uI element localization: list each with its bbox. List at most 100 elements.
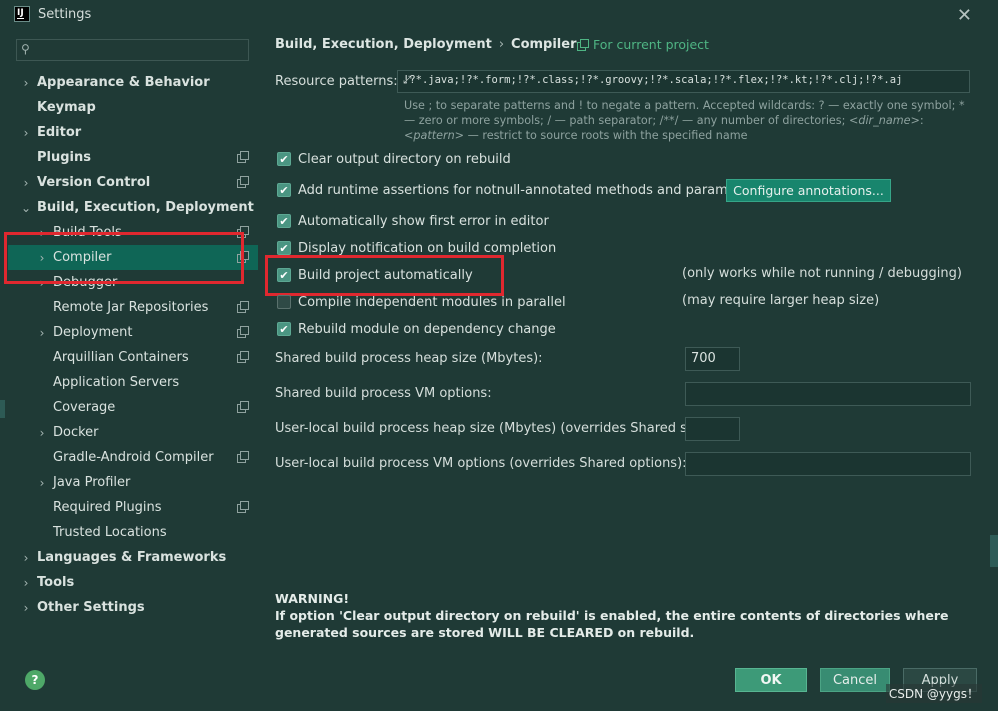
- configure-annotations-button[interactable]: Configure annotations...: [726, 179, 891, 202]
- sidebar-item-remote-jar-repositories[interactable]: Remote Jar Repositories: [0, 295, 258, 320]
- chevron-right-icon[interactable]: ›: [36, 251, 48, 265]
- sidebar-item-other-settings[interactable]: › Other Settings: [0, 595, 258, 620]
- chevron-right-icon[interactable]: ›: [20, 601, 32, 615]
- chevron-right-icon[interactable]: ›: [20, 76, 32, 90]
- sidebar-item-label: Coverage: [53, 400, 116, 415]
- rebuild-module-checkbox[interactable]: ✔ Rebuild module on dependency change: [277, 319, 556, 339]
- left-edge-marker: [0, 400, 5, 418]
- project-scope-icon: [237, 151, 249, 163]
- chevron-right-icon[interactable]: ›: [20, 126, 32, 140]
- checkbox-unchecked-icon[interactable]: [277, 295, 291, 309]
- chevron-right-icon[interactable]: ›: [36, 226, 48, 240]
- watermark: CSDN @yygs！: [885, 684, 982, 703]
- show-first-error-checkbox[interactable]: ✔ Automatically show first error in edit…: [277, 211, 549, 231]
- checkbox-checked-icon[interactable]: ✔: [277, 183, 291, 197]
- search-input[interactable]: [37, 41, 242, 59]
- breadcrumb-current: Compiler: [511, 37, 577, 52]
- intellij-icon: IJ: [14, 6, 30, 22]
- sidebar-item-label: Deployment: [53, 325, 133, 340]
- resource-patterns-input[interactable]: !?*.java;!?*.form;!?*.class;!?*.groovy;!…: [397, 70, 970, 93]
- vm-options-label: Shared build process VM options:: [275, 386, 492, 401]
- chevron-right-icon[interactable]: ›: [20, 551, 32, 565]
- sidebar-item-compiler[interactable]: › Compiler: [8, 245, 258, 270]
- hint-colon: :: [919, 114, 924, 127]
- sidebar-item-label: Arquillian Containers: [53, 350, 189, 365]
- scope-indicator: For current project: [577, 37, 709, 52]
- project-scope-icon: [237, 301, 249, 313]
- hint-dir-name: <dir_name>: [848, 114, 920, 127]
- user-vm-options-input[interactable]: [685, 452, 971, 476]
- scrollbar-thumb[interactable]: [990, 535, 998, 567]
- hint-text-2: — restrict to source roots with the spec…: [464, 129, 748, 142]
- resource-patterns-hint: Use ; to separate patterns and ! to nega…: [404, 98, 979, 143]
- settings-search[interactable]: ⚲: [16, 39, 249, 61]
- sidebar-item-label: Trusted Locations: [53, 525, 167, 540]
- chevron-right-icon[interactable]: ›: [36, 276, 48, 290]
- sidebar-item-application-servers[interactable]: Application Servers: [0, 370, 258, 395]
- build-automatically-checkbox[interactable]: ✔ Build project automatically: [277, 265, 473, 285]
- sidebar-item-arquillian-containers[interactable]: Arquillian Containers: [0, 345, 258, 370]
- help-icon[interactable]: ?: [25, 670, 45, 690]
- sidebar-item-label: Plugins: [37, 150, 91, 165]
- sidebar-item-build-tools[interactable]: › Build Tools: [0, 220, 258, 245]
- breadcrumb-separator: ›: [498, 37, 505, 52]
- title-bar: IJ Settings ✕: [0, 0, 998, 30]
- project-scope-icon: [237, 451, 249, 463]
- sidebar-item-required-plugins[interactable]: Required Plugins: [0, 495, 258, 520]
- sidebar-item-debugger[interactable]: › Debugger: [0, 270, 258, 295]
- resource-patterns-label: Resource patterns:: [275, 74, 398, 89]
- sidebar-item-coverage[interactable]: Coverage: [0, 395, 258, 420]
- sidebar-item-plugins[interactable]: Plugins: [0, 145, 258, 170]
- checkbox-checked-icon[interactable]: ✔: [277, 322, 291, 336]
- sidebar-item-tools[interactable]: › Tools: [0, 570, 258, 595]
- chevron-right-icon[interactable]: ›: [20, 176, 32, 190]
- display-notification-label: Display notification on build completion: [298, 240, 557, 256]
- sidebar-item-label: Required Plugins: [53, 500, 162, 515]
- project-scope-icon: [237, 226, 249, 238]
- chevron-right-icon[interactable]: ›: [20, 576, 32, 590]
- project-scope-icon: [237, 326, 249, 338]
- compiler-settings-panel: Build, Execution, Deployment › Compiler …: [260, 30, 998, 662]
- sidebar-item-editor[interactable]: › Editor: [0, 120, 258, 145]
- sidebar-item-deployment[interactable]: › Deployment: [0, 320, 258, 345]
- sidebar-item-appearance-behavior[interactable]: › Appearance & Behavior: [0, 70, 258, 95]
- warning-text: If option 'Clear output directory on reb…: [275, 608, 949, 640]
- search-icon: ⚲: [21, 42, 30, 56]
- clear-output-checkbox[interactable]: ✔ Clear output directory on rebuild: [277, 149, 511, 169]
- sidebar-item-languages-frameworks[interactable]: › Languages & Frameworks: [0, 545, 258, 570]
- sidebar-item-docker[interactable]: › Docker: [0, 420, 258, 445]
- sidebar-item-label: Languages & Frameworks: [37, 550, 227, 565]
- checkbox-checked-icon[interactable]: ✔: [277, 214, 291, 228]
- breadcrumb-parent[interactable]: Build, Execution, Deployment: [275, 37, 492, 52]
- settings-sidebar: ⚲ › Appearance & Behavior Keymap › Editor Plu…: [0, 30, 260, 662]
- sidebar-item-keymap[interactable]: Keymap: [0, 95, 258, 120]
- chevron-right-icon[interactable]: ›: [36, 326, 48, 340]
- checkbox-checked-icon[interactable]: ✔: [277, 268, 291, 282]
- sidebar-item-trusted-locations[interactable]: Trusted Locations: [0, 520, 258, 545]
- sidebar-item-label: Debugger: [53, 275, 118, 290]
- build-automatically-note: (only works while not running / debuggin…: [682, 266, 962, 281]
- runtime-assertions-checkbox[interactable]: ✔ Add runtime assertions for notnull-ann…: [277, 180, 761, 200]
- vm-options-input[interactable]: [685, 382, 971, 406]
- checkbox-checked-icon[interactable]: ✔: [277, 241, 291, 255]
- checkbox-checked-icon[interactable]: ✔: [277, 152, 291, 166]
- compile-parallel-checkbox[interactable]: Compile independent modules in parallel: [277, 292, 566, 312]
- close-icon[interactable]: ✕: [957, 5, 972, 26]
- user-heap-size-input[interactable]: [685, 417, 740, 441]
- sidebar-item-version-control[interactable]: › Version Control: [0, 170, 258, 195]
- project-scope-icon: [577, 39, 589, 51]
- sidebar-item-build-execution-deployment[interactable]: ⌄ Build, Execution, Deployment: [0, 195, 258, 220]
- sidebar-item-label: Build Tools: [53, 225, 122, 240]
- sidebar-item-java-profiler[interactable]: › Java Profiler: [0, 470, 258, 495]
- cancel-button[interactable]: Cancel: [820, 668, 890, 692]
- sidebar-item-gradle-android-compiler[interactable]: Gradle-Android Compiler: [0, 445, 258, 470]
- heap-size-input[interactable]: 700: [685, 347, 740, 371]
- chevron-right-icon[interactable]: ›: [36, 476, 48, 490]
- compile-parallel-note: (may require larger heap size): [682, 293, 880, 308]
- display-notification-checkbox[interactable]: ✔ Display notification on build completi…: [277, 238, 556, 258]
- ok-button[interactable]: OK: [735, 668, 807, 692]
- expand-icon[interactable]: ⤢: [403, 74, 965, 87]
- chevron-right-icon[interactable]: ›: [36, 426, 48, 440]
- chevron-down-icon[interactable]: ⌄: [20, 201, 32, 215]
- sidebar-item-label: Version Control: [37, 175, 151, 190]
